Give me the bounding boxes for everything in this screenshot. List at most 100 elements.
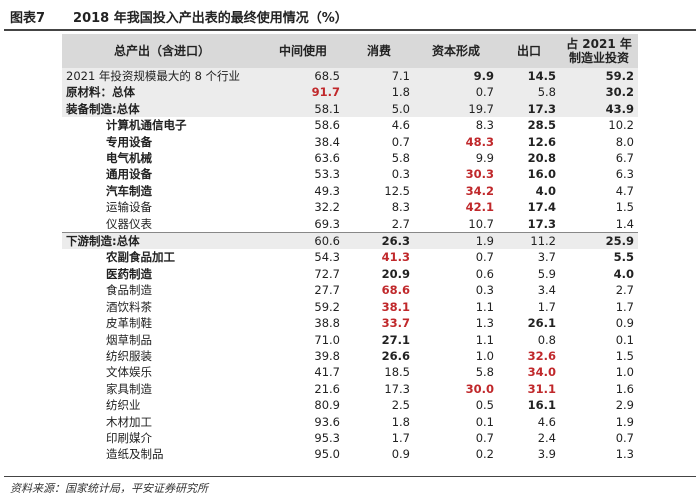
table-row: 仪器仪表 69.3 2.7 10.7 17.3 1.4 bbox=[62, 216, 638, 233]
table-cell: 0.2 bbox=[475, 447, 494, 462]
table-cell: 0.7 bbox=[615, 430, 634, 445]
table-cell: 6.7 bbox=[615, 151, 634, 166]
table-cell: 1.0 bbox=[615, 365, 634, 380]
table-cell: 59.2 bbox=[560, 68, 638, 85]
table-cell: 31.1 bbox=[527, 381, 556, 396]
table-cell: 1.8 bbox=[391, 414, 410, 429]
table-cell: 41.3 bbox=[381, 250, 410, 265]
table-cell: 28.5 bbox=[527, 118, 556, 133]
table-cell: 1.7 bbox=[537, 299, 556, 314]
table-row: 印刷媒介 95.3 1.7 0.7 2.4 0.7 bbox=[62, 430, 638, 446]
table-cell: 21.6 bbox=[314, 381, 340, 396]
table-cell: 8.0 bbox=[615, 134, 634, 149]
table-cell: 1.0 bbox=[475, 348, 494, 363]
table-cell: 0.1 bbox=[475, 414, 494, 429]
table-cell: 0.7 bbox=[475, 430, 494, 445]
table-cell: 34.0 bbox=[527, 365, 556, 380]
table-cell: 2.9 bbox=[615, 398, 634, 413]
table-row: 酒饮料茶 59.2 38.1 1.1 1.7 1.7 bbox=[62, 299, 638, 315]
table-cell: 1.4 bbox=[615, 216, 634, 231]
table-cell: 38.8 bbox=[314, 316, 340, 331]
row-label: 计算机通信电子 bbox=[106, 118, 187, 133]
table-cell: 26.1 bbox=[527, 316, 556, 331]
row-label: 酒饮料茶 bbox=[106, 299, 152, 314]
table-cell: 49.3 bbox=[314, 183, 340, 198]
table-cell: 1.6 bbox=[615, 381, 634, 396]
table-cell: 0.1 bbox=[615, 332, 634, 347]
table-cell: 27.7 bbox=[314, 283, 340, 298]
table-cell: 1.3 bbox=[475, 316, 494, 331]
table-cell: 17.4 bbox=[527, 200, 556, 215]
table-cell: 1.9 bbox=[615, 414, 634, 429]
table-cell: 38.4 bbox=[314, 134, 340, 149]
table-cell: 5.5 bbox=[613, 250, 634, 265]
table-cell: 0.3 bbox=[475, 283, 494, 298]
table-cell: 72.7 bbox=[314, 266, 340, 281]
col-header: 中间使用 bbox=[262, 34, 344, 68]
table-cell: 2.7 bbox=[615, 283, 634, 298]
top-rule bbox=[4, 29, 696, 31]
table-cell: 0.7 bbox=[414, 84, 498, 101]
table-cell: 39.8 bbox=[314, 348, 340, 363]
table-cell: 38.1 bbox=[381, 299, 410, 314]
table-cell: 19.7 bbox=[414, 100, 498, 118]
table-header-row: 总产出（含进口） 中间使用 消费 资本形成 出口 占 2021 年 制造业投资 bbox=[62, 34, 638, 68]
row-label: 印刷媒介 bbox=[106, 430, 152, 445]
table-cell: 5.8 bbox=[498, 84, 560, 101]
table-cell: 5.9 bbox=[537, 266, 556, 281]
table-cell: 20.9 bbox=[381, 266, 410, 281]
table-cell: 0.9 bbox=[615, 316, 634, 331]
table-cell: 4.0 bbox=[613, 266, 634, 281]
figure-title: 2018 年我国投入产出表的最终使用情况（%） bbox=[73, 10, 348, 26]
table-cell: 0.7 bbox=[391, 134, 410, 149]
row-label: 皮革制鞋 bbox=[106, 316, 152, 331]
row-label: 汽车制造 bbox=[106, 183, 152, 198]
table-row: 运输设备 32.2 8.3 42.1 17.4 1.5 bbox=[62, 199, 638, 215]
table-row: 纺织业 80.9 2.5 0.5 16.1 2.9 bbox=[62, 397, 638, 413]
bottom-rule bbox=[4, 476, 696, 477]
table-cell: 0.6 bbox=[475, 266, 494, 281]
table-cell: 12.6 bbox=[527, 134, 556, 149]
table-row: 文体娱乐 41.7 18.5 5.8 34.0 1.0 bbox=[62, 364, 638, 380]
table-cell: 95.0 bbox=[314, 447, 340, 462]
table-cell: 9.9 bbox=[475, 151, 494, 166]
row-label: 医药制造 bbox=[106, 266, 152, 281]
table-cell: 2.4 bbox=[537, 430, 556, 445]
table-cell: 3.9 bbox=[537, 447, 556, 462]
table-cell: 68.5 bbox=[262, 68, 344, 85]
table-cell: 0.8 bbox=[537, 332, 556, 347]
table-row: 2021 年投资规模最大的 8 个行业 68.5 7.1 9.9 14.5 59.2 bbox=[62, 68, 638, 85]
table-cell: 17.3 bbox=[498, 100, 560, 118]
table-cell: 58.1 bbox=[262, 100, 344, 118]
table-cell: 0.9 bbox=[391, 447, 410, 462]
table-cell: 30.2 bbox=[560, 84, 638, 101]
col-header: 出口 bbox=[498, 34, 560, 68]
table-row: 专用设备 38.4 0.7 48.3 12.6 8.0 bbox=[62, 134, 638, 150]
row-label: 烟草制品 bbox=[106, 332, 152, 347]
table-cell: 4.6 bbox=[391, 118, 410, 133]
table-cell: 54.3 bbox=[314, 250, 340, 265]
table-cell: 5.8 bbox=[475, 365, 494, 380]
table-cell: 10.2 bbox=[608, 118, 634, 133]
table-cell: 68.6 bbox=[381, 283, 410, 298]
table-cell: 91.7 bbox=[262, 84, 344, 101]
table-cell: 18.5 bbox=[384, 365, 410, 380]
table-cell: 2.5 bbox=[391, 398, 410, 413]
table-cell: 42.1 bbox=[465, 200, 494, 215]
table-cell: 20.8 bbox=[527, 151, 556, 166]
row-label: 下游制造:总体 bbox=[62, 232, 262, 250]
table-cell: 0.7 bbox=[475, 250, 494, 265]
table-cell: 32.6 bbox=[527, 348, 556, 363]
table-cell: 0.5 bbox=[475, 398, 494, 413]
row-label: 文体娱乐 bbox=[106, 365, 152, 380]
table-row: 医药制造 72.7 20.9 0.6 5.9 4.0 bbox=[62, 266, 638, 282]
table-cell: 95.3 bbox=[314, 430, 340, 445]
table-cell: 63.6 bbox=[314, 151, 340, 166]
table-cell: 1.3 bbox=[615, 447, 634, 462]
table-cell: 80.9 bbox=[314, 398, 340, 413]
table-row: 纺织服装 39.8 26.6 1.0 32.6 1.5 bbox=[62, 348, 638, 364]
table-cell: 71.0 bbox=[314, 332, 340, 347]
table-cell: 11.2 bbox=[498, 232, 560, 250]
table-cell: 27.1 bbox=[381, 332, 410, 347]
figure-title-bar: 图表7 2018 年我国投入产出表的最终使用情况（%） bbox=[4, 4, 696, 28]
